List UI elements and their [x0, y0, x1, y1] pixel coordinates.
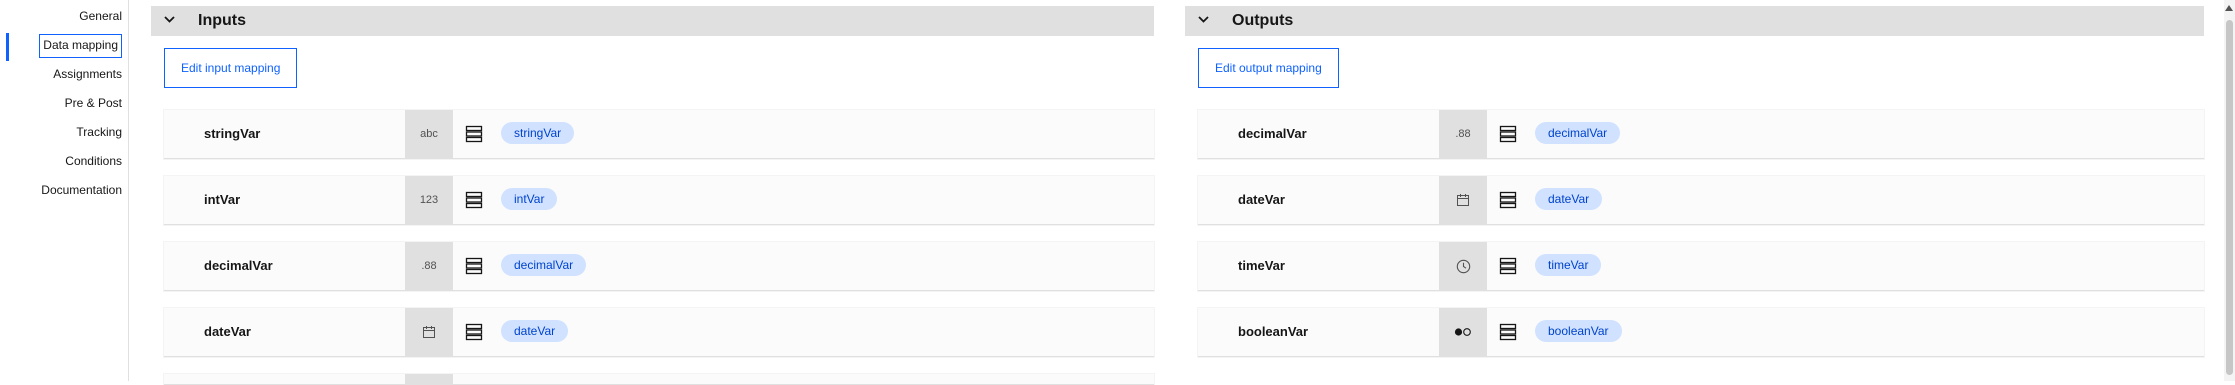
integer-type-icon: 123 [405, 176, 453, 224]
nav-item-documentation[interactable]: Documentation [41, 179, 122, 201]
variable-list-icon[interactable] [465, 257, 483, 275]
outputs-header[interactable]: Outputs [1185, 6, 2204, 36]
variable-name: booleanVar [1238, 324, 1309, 339]
variable-name: dateVar [204, 324, 251, 339]
type-label: abc [420, 128, 438, 140]
mapping-row: booleanVar booleanVar [1198, 308, 2204, 357]
nav-item-conditions[interactable]: Conditions [65, 150, 122, 172]
mapped-variable-tag[interactable]: dateVar [1535, 188, 1603, 210]
mapped-variable-tag[interactable]: stringVar [501, 122, 575, 144]
type-label: .88 [1455, 128, 1471, 140]
edit-input-mapping-button[interactable]: Edit input mapping [164, 48, 298, 88]
variable-name: decimalVar [204, 258, 273, 273]
variable-name: intVar [204, 192, 241, 207]
mapping-row [164, 374, 1154, 385]
clock-icon [1439, 242, 1487, 290]
input-rows: stringVar abc stringVar intVar 123 intVar deci… [164, 110, 1154, 385]
outputs-panel: Outputs Edit output mapping decimalVar .8… [1185, 0, 2204, 381]
nav-item-assignments[interactable]: Assignments [53, 63, 122, 85]
mapped-variable-tag[interactable]: decimalVar [501, 254, 587, 276]
mapped-variable-tag[interactable]: dateVar [501, 320, 569, 342]
type-box [405, 374, 453, 384]
variable-list-icon[interactable] [1499, 323, 1517, 341]
nav-item-pre-post[interactable]: Pre & Post [65, 92, 122, 114]
nav-item-general[interactable]: General [79, 5, 122, 27]
active-nav-indicator [6, 33, 9, 61]
mapped-variable-tag[interactable]: decimalVar [1535, 122, 1621, 144]
variable-list-icon[interactable] [465, 125, 483, 143]
variable-list-icon[interactable] [1499, 125, 1517, 143]
scroll-thumb[interactable] [2226, 20, 2233, 375]
type-label: .88 [421, 260, 437, 272]
chevron-down-icon[interactable] [1198, 15, 1209, 24]
text-type-icon: abc [405, 110, 453, 158]
nav-item-tracking[interactable]: Tracking [76, 121, 122, 143]
chevron-down-icon[interactable] [164, 15, 175, 24]
inputs-header[interactable]: Inputs [151, 6, 1154, 36]
mapped-variable-tag[interactable]: intVar [501, 188, 558, 210]
variable-name: dateVar [1238, 192, 1285, 207]
side-nav: General Data mapping Assignments Pre & P… [0, 0, 129, 381]
nav-item-data-mapping[interactable]: Data mapping [39, 34, 122, 58]
decimal-type-icon: .88 [1439, 110, 1487, 158]
variable-list-icon[interactable] [1499, 257, 1517, 275]
variable-list-icon[interactable] [1499, 191, 1517, 209]
variable-name: stringVar [204, 126, 261, 141]
calendar-icon [405, 308, 453, 356]
boolean-toggle-icon [1439, 308, 1487, 356]
type-label: 123 [419, 194, 439, 206]
mapping-row: intVar 123 intVar [164, 176, 1154, 225]
mapping-row: decimalVar .88 decimalVar [164, 242, 1154, 291]
variable-name: decimalVar [1238, 126, 1307, 141]
outputs-title: Outputs [1232, 12, 1294, 29]
variable-list-icon[interactable] [465, 323, 483, 341]
mapping-row: decimalVar .88 decimalVar [1198, 110, 2204, 159]
variable-list-icon[interactable] [465, 191, 483, 209]
calendar-icon [1439, 176, 1487, 224]
scroll-up-arrow-icon[interactable] [2225, 5, 2233, 11]
mapping-row: dateVar dateVar [1198, 176, 2204, 225]
variable-name: timeVar [1238, 258, 1285, 273]
edit-output-mapping-button[interactable]: Edit output mapping [1198, 48, 1339, 88]
mapped-variable-tag[interactable]: timeVar [1535, 254, 1602, 276]
inputs-panel: Inputs Edit input mapping stringVar abc st… [151, 0, 1154, 385]
inputs-title: Inputs [198, 12, 246, 29]
output-rows: decimalVar .88 decimalVar dateVar dateVar tim… [1198, 110, 2204, 374]
decimal-type-icon: .88 [405, 242, 453, 290]
mapping-row: stringVar abc stringVar [164, 110, 1154, 159]
mapping-row: timeVar timeVar [1198, 242, 2204, 291]
mapping-row: dateVar dateVar [164, 308, 1154, 357]
mapped-variable-tag[interactable]: booleanVar [1535, 320, 1622, 342]
vertical-scrollbar[interactable] [2224, 0, 2235, 381]
